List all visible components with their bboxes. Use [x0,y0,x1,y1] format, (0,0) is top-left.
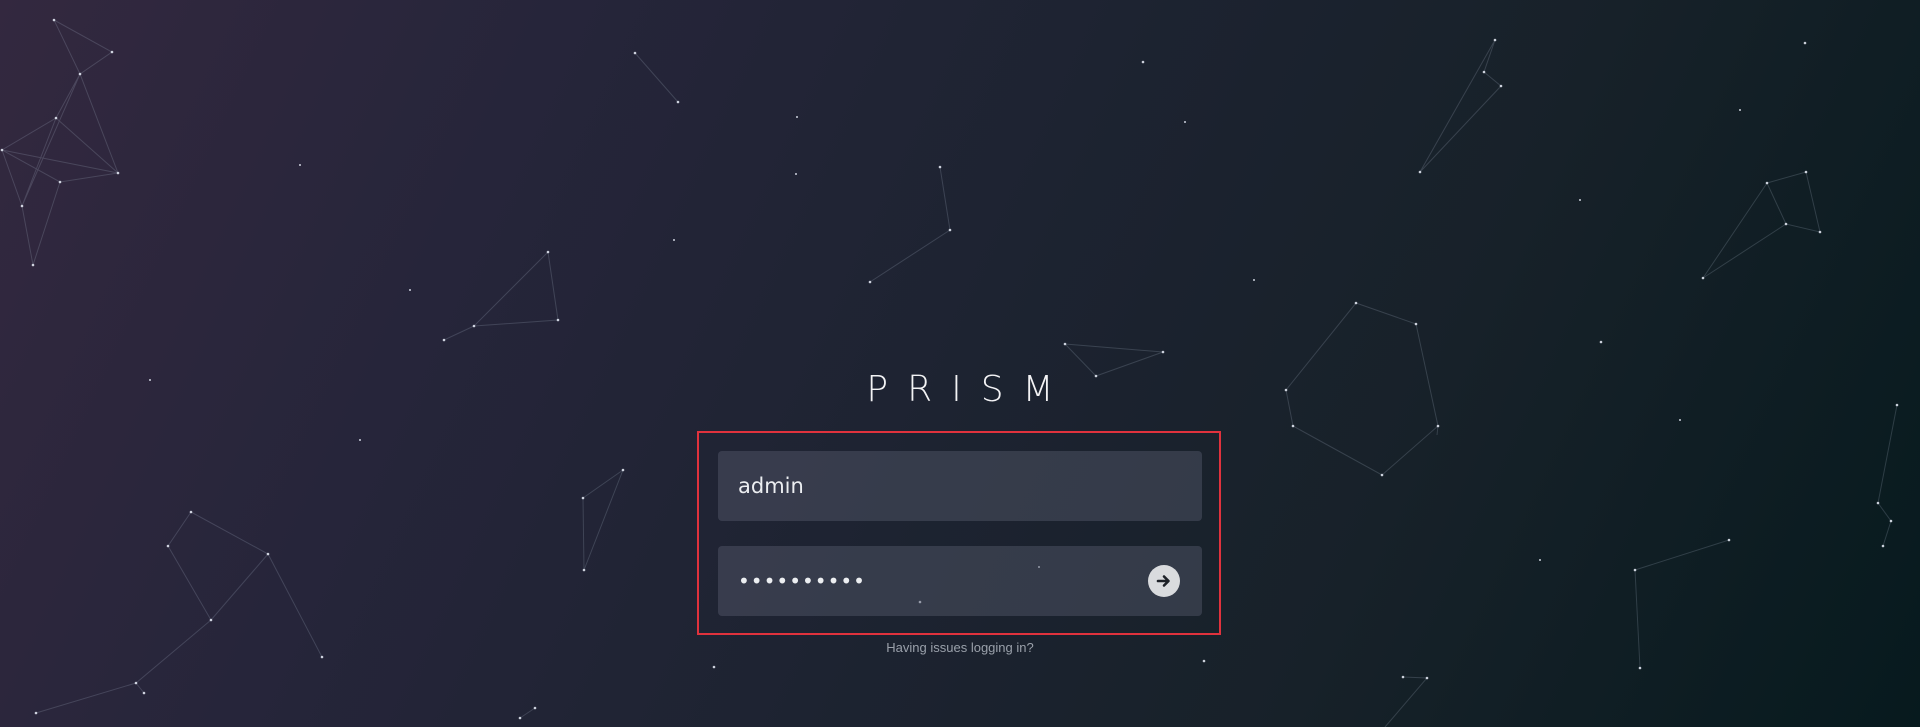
having-issues-link[interactable]: Having issues logging in? [886,640,1033,655]
arrow-right-icon [1156,575,1170,587]
app-logo: PRISM [866,369,1073,410]
username-input[interactable] [718,451,1202,521]
password-input[interactable] [718,546,1202,616]
password-field-container [718,546,1202,616]
help-link-container: Having issues logging in? [0,640,1920,655]
username-field-container [718,451,1202,521]
login-submit-button[interactable] [1148,565,1180,597]
